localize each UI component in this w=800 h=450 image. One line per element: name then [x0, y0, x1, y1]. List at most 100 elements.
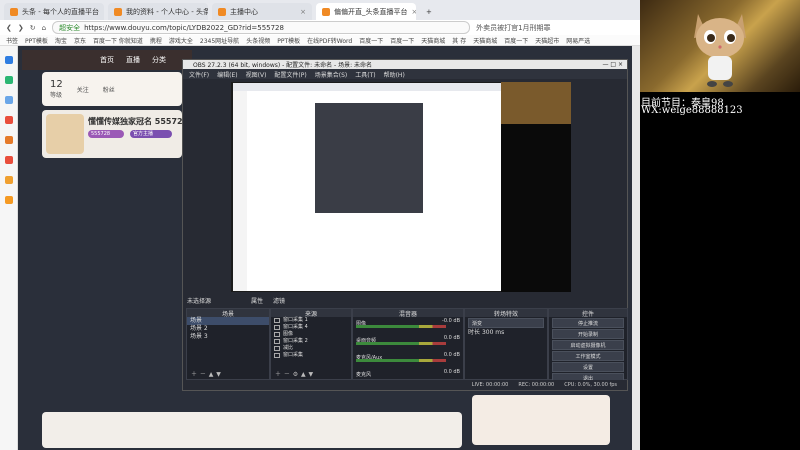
source-item[interactable]: 减比: [271, 345, 351, 352]
source-item[interactable]: 窗口采集 1: [271, 317, 351, 324]
security-label: 超安全: [59, 23, 81, 32]
source-item[interactable]: 图像: [271, 331, 351, 338]
url-input[interactable]: 超安全 https://www.douyu.com/topic/LYDB2022_…: [52, 21, 471, 34]
obs-menubar: 文件(F) 编辑(E) 视图(V) 配置文件(P) 场景集合(S) 工具(T) …: [183, 69, 627, 79]
bookmark-item[interactable]: 在线PDF转Word: [307, 36, 352, 45]
down-icon[interactable]: ▼: [309, 371, 314, 378]
transition-select[interactable]: 渐变: [468, 318, 544, 328]
close-icon[interactable]: ×: [300, 8, 306, 16]
bookmark-item[interactable]: 携程: [150, 36, 162, 45]
add-icon[interactable]: ＋: [191, 371, 197, 378]
properties-button[interactable]: 属性: [251, 296, 263, 305]
room-title: 懂懂传媒独家冠名 555728: [88, 117, 189, 126]
scene-item[interactable]: 场景 2: [187, 325, 269, 333]
sidebar-dock: [0, 46, 18, 450]
up-icon[interactable]: ▲: [209, 371, 214, 378]
menu-item[interactable]: 帮助(H): [384, 70, 405, 79]
bookmark-item[interactable]: 京东: [74, 36, 86, 45]
back-icon[interactable]: ❮: [6, 24, 12, 32]
bookmark-item[interactable]: 网易严选: [566, 36, 590, 45]
volume-meter[interactable]: [356, 342, 446, 345]
bookmark-item[interactable]: 百度一下: [504, 36, 528, 45]
source-item[interactable]: 窗口采集 2: [271, 338, 351, 345]
virtual-camera-button[interactable]: 启动虚拟摄像机: [552, 340, 624, 350]
remove-icon[interactable]: －: [200, 371, 206, 378]
bookmark-item[interactable]: 其 存: [452, 36, 466, 45]
nav-item[interactable]: 直播: [126, 55, 140, 65]
up-icon[interactable]: ▲: [301, 371, 306, 378]
app-icon[interactable]: [5, 56, 13, 64]
source-item[interactable]: 窗口采集 4: [271, 324, 351, 331]
mixer-channel: 桌面音频 0.0 dB: [356, 335, 460, 345]
stop-stream-button[interactable]: 停止推流: [552, 318, 624, 328]
browser-tab[interactable]: 头条 - 每个人的直播平台×: [4, 3, 104, 20]
obs-source-toolbar: 未选择源 属性 滤镜: [183, 294, 627, 306]
bookmark-item[interactable]: 百度一下: [390, 36, 414, 45]
settings-button[interactable]: 设置: [552, 362, 624, 372]
remove-icon[interactable]: －: [284, 371, 290, 378]
preview-capture: [233, 83, 505, 291]
bookmark-item[interactable]: 头条视频: [246, 36, 270, 45]
close-icon[interactable]: ×: [412, 8, 417, 16]
menu-item[interactable]: 配置文件(P): [274, 70, 306, 79]
app-icon[interactable]: [5, 116, 13, 124]
user-stats: 12 等级 关注 粉丝: [42, 72, 182, 106]
studio-mode-button[interactable]: 工作室模式: [552, 351, 624, 361]
filters-button[interactable]: 滤镜: [273, 296, 285, 305]
app-icon[interactable]: [5, 156, 13, 164]
bookmark-item[interactable]: 天猫商城: [473, 36, 497, 45]
dock-title: 来源: [271, 309, 351, 318]
browser-tab-active[interactable]: 偏偏开直_头条直播平台 ×: [316, 3, 416, 20]
menu-item[interactable]: 工具(T): [355, 70, 375, 79]
obs-titlebar: OBS 27.2.3 (64 bit, windows) - 配置文件: 未命名…: [183, 60, 627, 69]
bookmark-item[interactable]: 天猫商城: [421, 36, 445, 45]
bookmark-item[interactable]: 百度一下: [359, 36, 383, 45]
app-icon[interactable]: [5, 176, 13, 184]
dock-title: 转场特效: [465, 309, 547, 318]
menu-item[interactable]: 视图(V): [246, 70, 267, 79]
menu-item[interactable]: 文件(F): [189, 70, 209, 79]
app-icon[interactable]: [5, 136, 13, 144]
refresh-icon[interactable]: ↻: [30, 24, 36, 32]
add-icon[interactable]: ＋: [275, 371, 281, 378]
source-item[interactable]: 窗口采集: [271, 352, 351, 359]
app-icon[interactable]: [5, 196, 13, 204]
transition-duration: 时长 300 ms: [468, 329, 505, 336]
scene-item[interactable]: 场景: [187, 317, 269, 325]
bookmark-item[interactable]: 天猫超市: [535, 36, 559, 45]
search-hint[interactable]: 外卖员被打官1月刑期罪: [476, 23, 550, 33]
down-icon[interactable]: ▼: [216, 371, 221, 378]
duration-input[interactable]: 300 ms: [482, 329, 504, 336]
bookmark-item[interactable]: 百度一下 你就知道: [93, 36, 143, 45]
home-icon[interactable]: ⌂: [42, 24, 46, 32]
scrollbar[interactable]: [632, 46, 640, 450]
bookmark-item[interactable]: PPT模板: [277, 36, 300, 45]
nested-obs-capture: [315, 103, 423, 213]
scene-item[interactable]: 场景 3: [187, 333, 269, 341]
stat-item: 12 等级: [50, 79, 63, 99]
tab-bar: 头条 - 每个人的直播平台× 我的资料 - 个人中心 - 头条× 主播中心× 偏…: [0, 0, 640, 20]
nav-item[interactable]: 分类: [152, 55, 166, 65]
bookmark-item[interactable]: 书签: [6, 36, 18, 45]
app-icon[interactable]: [5, 76, 13, 84]
gear-icon[interactable]: ⚙: [293, 371, 298, 378]
browser-tab[interactable]: 主播中心 ×: [212, 3, 312, 20]
new-tab-button[interactable]: +: [420, 3, 436, 20]
bookmark-item[interactable]: PPT模板: [25, 36, 48, 45]
menu-item[interactable]: 场景集合(S): [315, 70, 348, 79]
window-controls-icon[interactable]: — □ ×: [602, 61, 623, 68]
live-timer: LIVE: 00:00:00: [471, 382, 509, 388]
close-icon[interactable]: ×: [103, 8, 104, 16]
bookmark-item[interactable]: 2345网址导航: [200, 36, 239, 45]
bookmark-item[interactable]: 淘宝: [55, 36, 67, 45]
forward-icon[interactable]: ❯: [18, 24, 24, 32]
volume-meter[interactable]: [356, 325, 446, 328]
menu-item[interactable]: 编辑(E): [217, 70, 237, 79]
volume-meter[interactable]: [356, 359, 446, 362]
bookmark-item[interactable]: 游戏大全: [169, 36, 193, 45]
app-icon[interactable]: [5, 96, 13, 104]
nav-item[interactable]: 首页: [100, 55, 114, 65]
address-bar: ❮ ❯ ↻ ⌂ 超安全 https://www.douyu.com/topic/L…: [0, 20, 640, 35]
start-recording-button[interactable]: 开始录制: [552, 329, 624, 339]
browser-tab[interactable]: 我的资料 - 个人中心 - 头条×: [108, 3, 208, 20]
